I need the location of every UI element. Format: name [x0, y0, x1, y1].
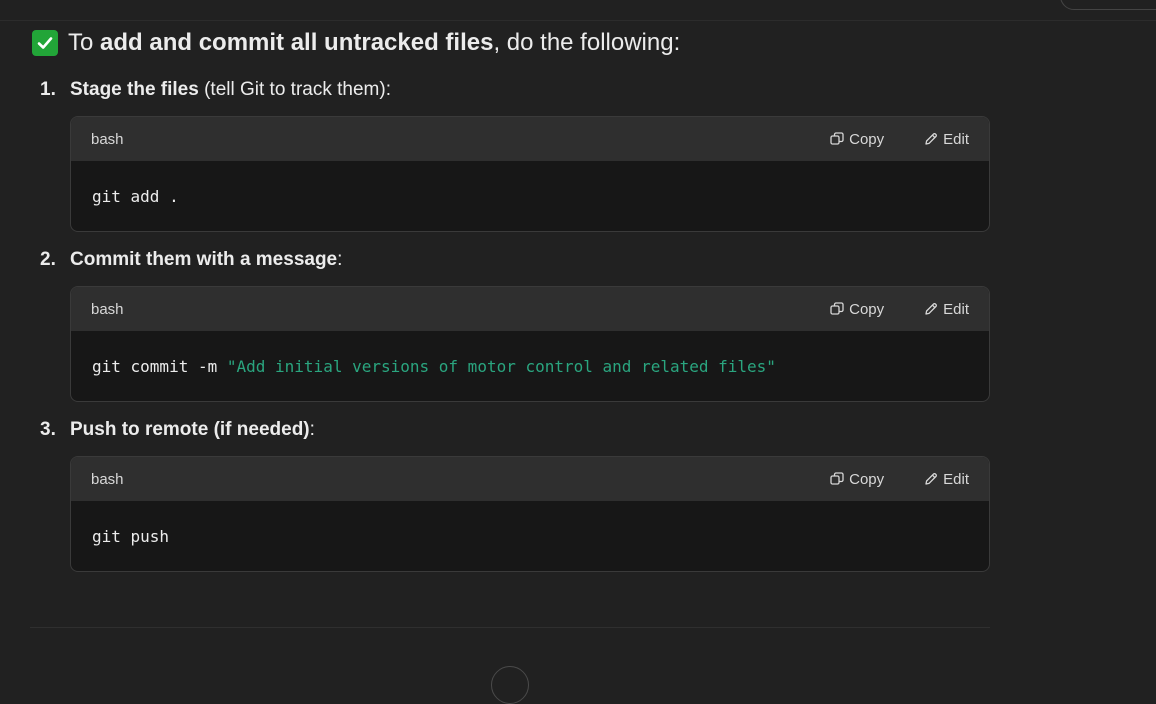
code-header: bash Copy Edit — [71, 287, 989, 331]
code-header: bash Copy Edit — [71, 117, 989, 161]
copy-label: Copy — [849, 130, 885, 148]
copy-icon — [830, 472, 844, 485]
edit-label: Edit — [943, 470, 969, 488]
code-language: bash — [91, 470, 124, 488]
edit-button[interactable]: Edit — [924, 471, 969, 488]
step-title: Push to remote (if needed) — [70, 419, 310, 440]
message-divider — [30, 627, 990, 628]
top-right-pill[interactable] — [1060, 0, 1156, 10]
message-heading: To add and commit all untracked files , … — [32, 28, 990, 58]
step-number: 2. — [40, 249, 56, 270]
edit-label: Edit — [943, 300, 969, 318]
edit-button[interactable]: Edit — [924, 131, 969, 148]
copy-label: Copy — [849, 470, 885, 488]
code-block-1: bash Copy Edit git add . — [70, 116, 990, 232]
step-2: 2. Commit them with a message: — [40, 248, 990, 272]
code-command: git commit -m — [92, 356, 227, 376]
code-command: git add . — [92, 186, 179, 206]
edit-label: Edit — [943, 130, 969, 148]
edit-button[interactable]: Edit — [924, 301, 969, 318]
step-text: : — [309, 419, 315, 440]
step-number: 3. — [40, 419, 56, 440]
heading-suffix: , do the following: — [493, 29, 681, 56]
copy-button[interactable]: Copy — [830, 301, 884, 318]
copy-label: Copy — [849, 300, 885, 318]
code-language: bash — [91, 130, 124, 148]
assistant-message: To add and commit all untracked files , … — [32, 28, 990, 572]
code-block-3: bash Copy Edit git push — [70, 456, 990, 572]
copy-button[interactable]: Copy — [830, 131, 884, 148]
code-command: git push — [92, 526, 170, 546]
top-divider — [0, 20, 1156, 21]
check-icon — [32, 30, 58, 56]
step-text: (tell Git to track them): — [198, 79, 391, 100]
copy-icon — [830, 132, 844, 145]
step-text: : — [337, 249, 343, 270]
step-3: 3. Push to remote (if needed): — [40, 418, 990, 442]
code-language: bash — [91, 300, 124, 318]
copy-button[interactable]: Copy — [830, 471, 884, 488]
edit-icon — [925, 303, 938, 315]
code-header: bash Copy Edit — [71, 457, 989, 501]
code-content[interactable]: git push — [71, 501, 989, 571]
edit-icon — [925, 133, 938, 145]
code-content[interactable]: git add . — [71, 161, 989, 231]
code-string: "Add initial versions of motor control a… — [226, 356, 776, 376]
code-block-2: bash Copy Edit git commit -m "Add initia… — [70, 286, 990, 402]
step-title: Stage the files — [70, 79, 199, 100]
step-title: Commit them with a message — [70, 249, 338, 270]
heading-prefix: To — [68, 29, 101, 56]
step-1: 1. Stage the files (tell Git to track th… — [40, 78, 990, 102]
code-content[interactable]: git commit -m "Add initial versions of m… — [71, 331, 989, 401]
heading-bold: add and commit all untracked files — [100, 29, 494, 56]
step-number: 1. — [40, 79, 56, 100]
edit-icon — [925, 473, 938, 485]
scroll-down-button[interactable] — [491, 666, 529, 704]
copy-icon — [830, 302, 844, 315]
